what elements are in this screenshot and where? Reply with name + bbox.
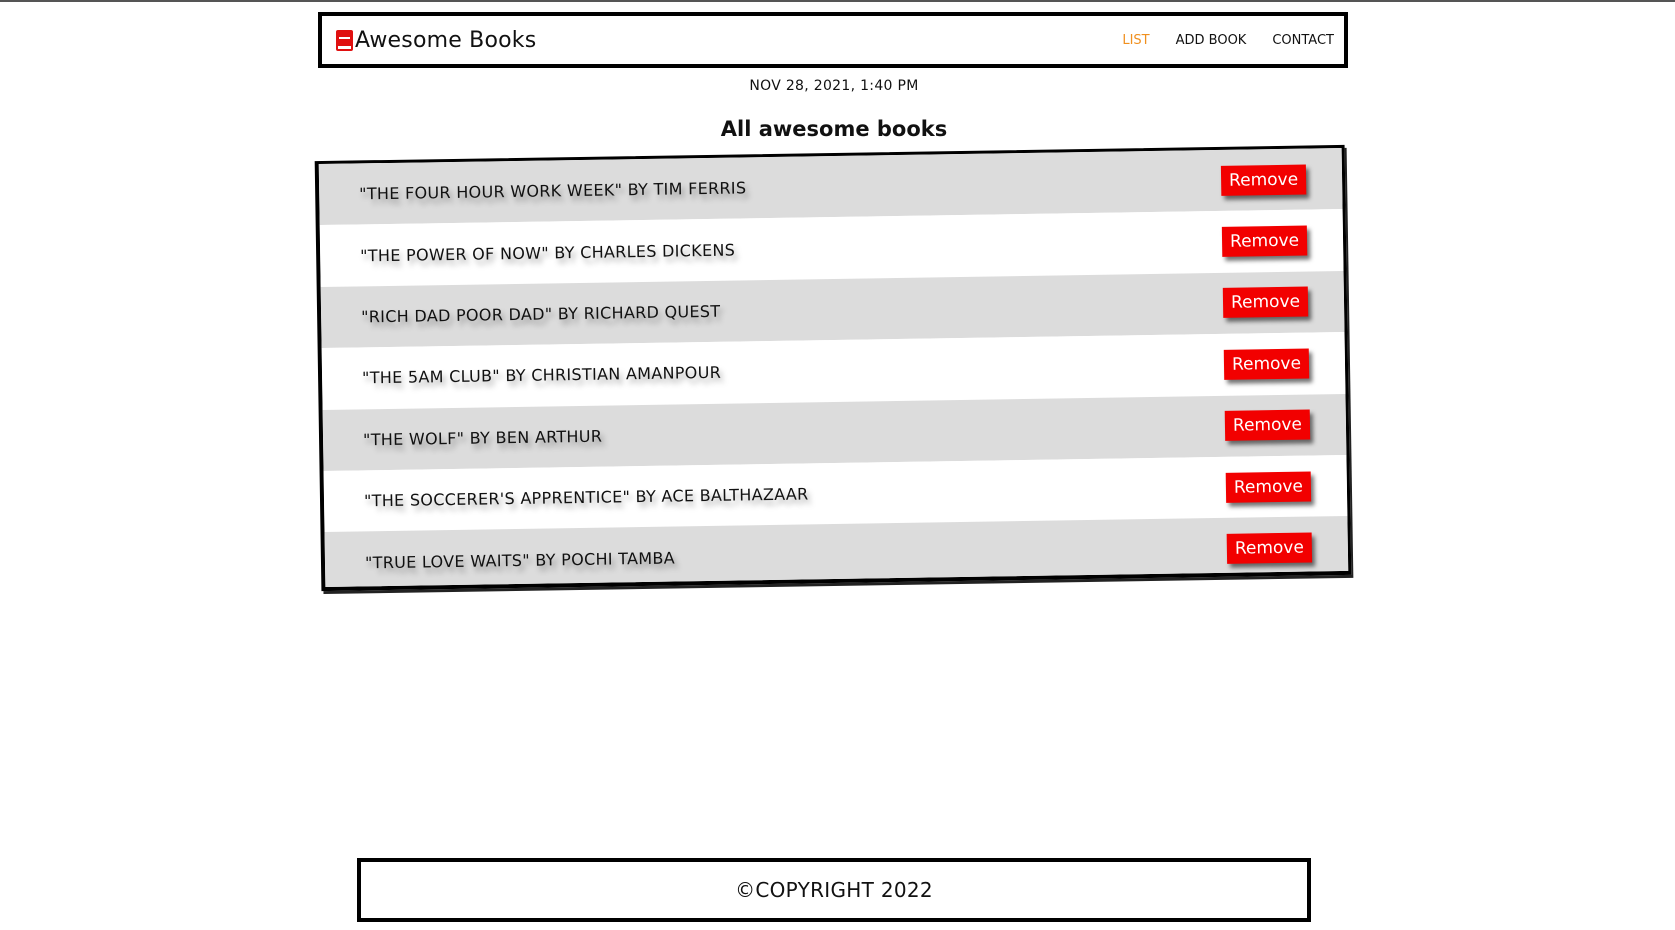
- book-entry-text: "THE FOUR HOUR WORK WEEK" BY TIM FERRIS: [359, 178, 747, 204]
- book-entry-text: "TRUE LOVE WAITS" BY POCHI TAMBA: [364, 548, 676, 572]
- current-datetime: NOV 28, 2021, 1:40 PM: [749, 78, 919, 94]
- copyright-text: ©COPYRIGHT 2022: [735, 878, 933, 902]
- book-icon: [336, 29, 353, 51]
- book-entry-text: "THE POWER OF NOW" BY CHARLES DICKENS: [360, 240, 736, 265]
- book-entry-text: "THE WOLF" BY BEN ARTHUR: [362, 426, 603, 450]
- remove-button[interactable]: Remove: [1224, 409, 1311, 442]
- remove-button[interactable]: Remove: [1222, 287, 1309, 319]
- brand[interactable]: Awesome Books: [336, 28, 536, 53]
- footer: ©COPYRIGHT 2022: [357, 858, 1311, 922]
- app-title: Awesome Books: [355, 27, 537, 53]
- remove-button[interactable]: Remove: [1221, 225, 1308, 257]
- remove-button[interactable]: Remove: [1223, 348, 1310, 380]
- nav-links: LIST ADD BOOK CONTACT: [1122, 33, 1334, 48]
- remove-button[interactable]: Remove: [1225, 471, 1312, 503]
- page-title: All awesome books: [720, 117, 948, 141]
- top-border-line: [0, 0, 1675, 2]
- book-list: "THE FOUR HOUR WORK WEEK" BY TIM FERRIS …: [314, 144, 1352, 592]
- navbar: Awesome Books LIST ADD BOOK CONTACT: [318, 12, 1348, 68]
- book-entry-text: "THE 5AM CLUB" BY CHRISTIAN AMANPOUR: [361, 363, 722, 388]
- nav-link-add-book[interactable]: ADD BOOK: [1176, 33, 1247, 48]
- nav-link-contact[interactable]: CONTACT: [1272, 33, 1334, 48]
- book-entry-text: "THE SOCCERER'S APPRENTICE" BY ACE BALTH…: [363, 484, 809, 511]
- nav-link-list[interactable]: LIST: [1122, 33, 1149, 48]
- remove-button[interactable]: Remove: [1226, 532, 1313, 564]
- remove-button[interactable]: Remove: [1220, 164, 1307, 196]
- book-entry-text: "RICH DAD POOR DAD" BY RICHARD QUEST: [360, 301, 721, 327]
